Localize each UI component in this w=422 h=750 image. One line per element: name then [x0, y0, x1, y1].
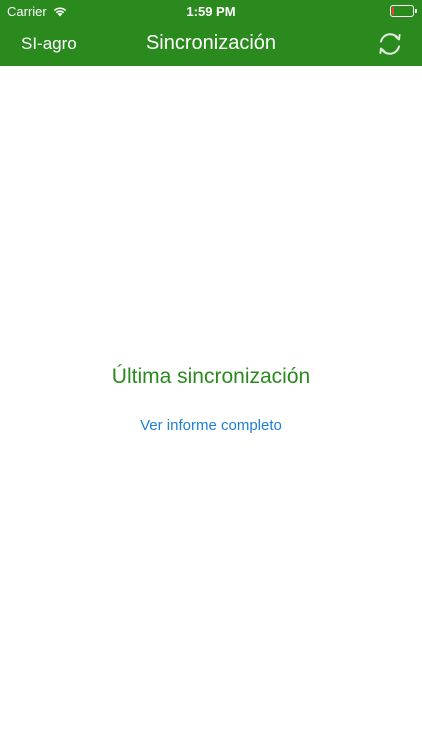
last-sync-label: Última sincronización	[111, 365, 311, 388]
status-time: 1:59 PM	[186, 4, 236, 19]
navigation-bar: SI-agro Sincronización	[0, 22, 422, 66]
battery-level	[392, 7, 395, 15]
sync-content: Última sincronización Ver informe comple…	[0, 66, 422, 750]
status-bar: Carrier 1:59 PM	[0, 0, 422, 22]
battery-icon	[390, 5, 417, 17]
refresh-icon[interactable]	[376, 30, 404, 58]
view-full-report-link[interactable]: Ver informe completo	[0, 417, 422, 434]
back-button[interactable]: SI-agro	[21, 22, 77, 66]
